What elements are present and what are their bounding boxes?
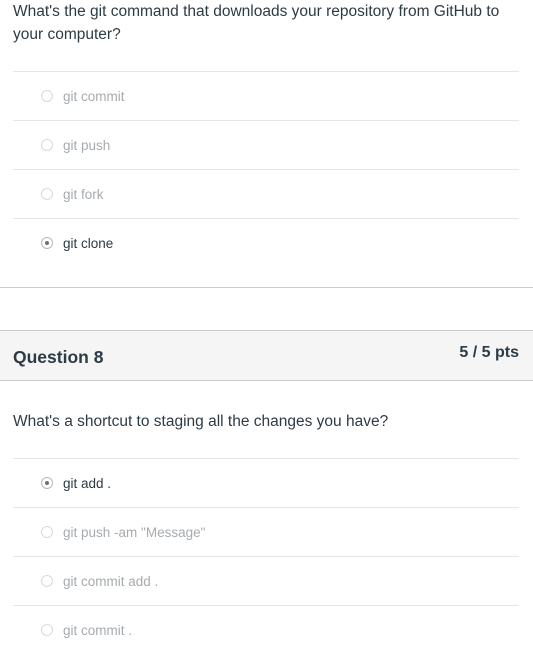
- answer-label: git add .: [63, 475, 112, 491]
- answer-option[interactable]: git fork: [13, 169, 519, 218]
- answer-label: git push -am "Message": [63, 524, 206, 540]
- answer-option[interactable]: git commit .: [13, 605, 519, 654]
- radio-button[interactable]: [41, 624, 53, 636]
- question-8-header: Question 8 5 / 5 pts: [0, 330, 533, 381]
- answer-label: git commit .: [63, 622, 133, 638]
- answer-label: git commit: [63, 88, 125, 104]
- radio-button[interactable]: [41, 575, 53, 587]
- answer-label: git clone: [63, 235, 114, 251]
- radio-button[interactable]: [41, 188, 53, 200]
- answer-option[interactable]: git commit: [13, 71, 519, 120]
- question-points: 5 / 5 pts: [459, 344, 519, 361]
- answer-label: git commit add .: [63, 573, 159, 589]
- radio-button[interactable]: [41, 90, 53, 102]
- question-8-text: What's a shortcut to staging all the cha…: [13, 413, 389, 430]
- answer-option[interactable]: git push -am "Message": [13, 507, 519, 556]
- question-7-text: What's the git command that downloads yo…: [13, 3, 500, 43]
- radio-button[interactable]: [41, 526, 53, 538]
- question-8-answers: git add . git push -am "Message" git com…: [13, 458, 519, 654]
- radio-button[interactable]: [41, 139, 53, 151]
- answer-label: git fork: [63, 186, 104, 202]
- question-title: Question 8: [13, 347, 104, 367]
- answer-label: git push: [63, 137, 111, 153]
- question-divider: [0, 287, 533, 288]
- answer-option[interactable]: git commit add .: [13, 556, 519, 605]
- question-7-answers: git commit git push git fork git clone: [13, 71, 519, 267]
- radio-button-selected[interactable]: [41, 477, 53, 489]
- answer-option-selected[interactable]: git clone: [13, 218, 519, 267]
- radio-button-selected[interactable]: [41, 237, 53, 249]
- answer-option[interactable]: git push: [13, 120, 519, 169]
- answer-option-selected[interactable]: git add .: [13, 458, 519, 507]
